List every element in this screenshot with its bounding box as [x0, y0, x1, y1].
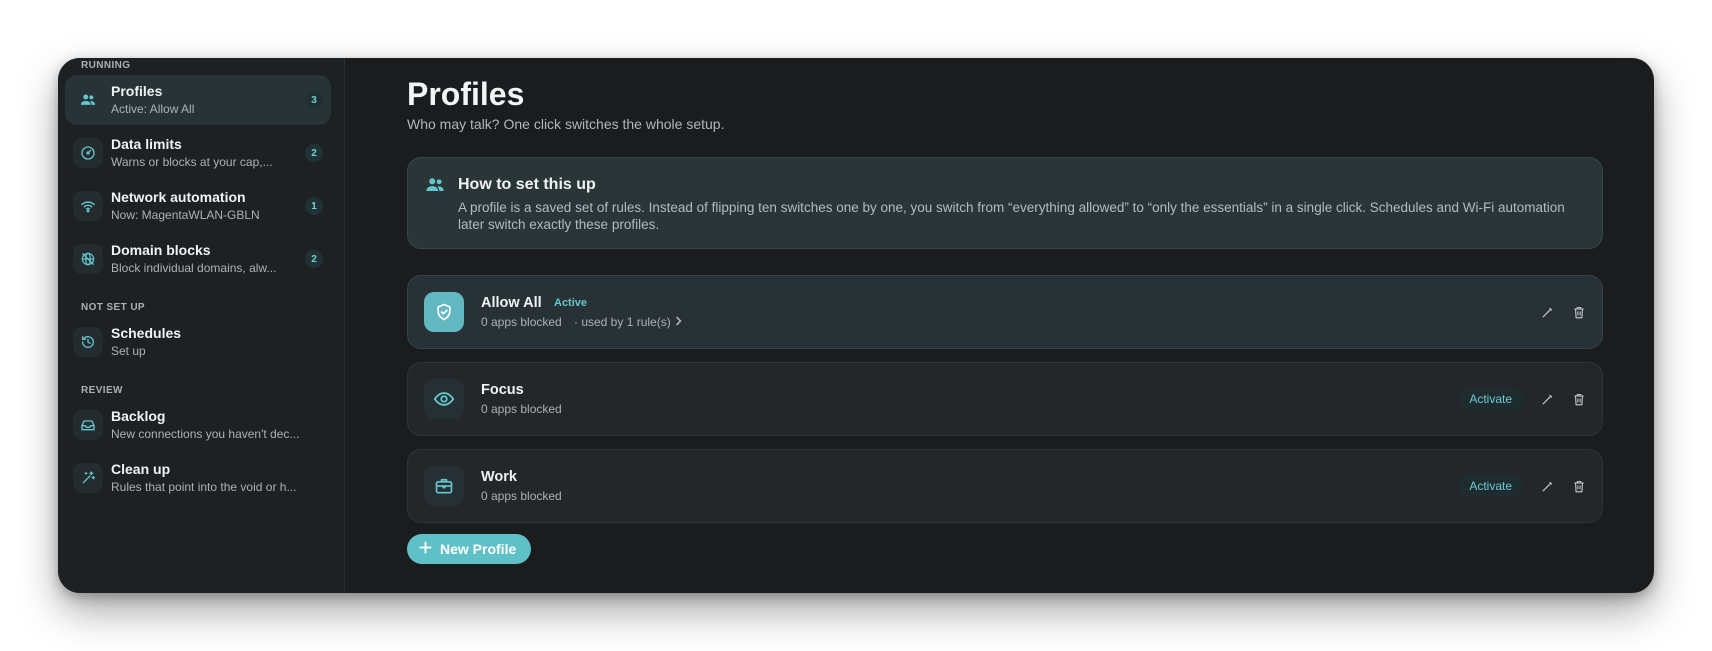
sidebar-item-title: Domain blocks: [111, 242, 211, 258]
sidebar-item-profiles[interactable]: Profiles Active: Allow All 3: [65, 75, 331, 125]
info-card: How to set this up A profile is a saved …: [407, 157, 1603, 249]
app-window: RUNNING Profiles Active: Allow All 3 Dat…: [58, 58, 1654, 593]
section-label-running: RUNNING: [81, 60, 131, 71]
profile-meta: 0 apps blocked: [481, 489, 562, 503]
sidebar-item-backlog[interactable]: Backlog New connections you haven't dec.…: [65, 400, 331, 450]
count-badge: 3: [305, 91, 323, 109]
edit-icon[interactable]: [1538, 390, 1556, 408]
magic-wand-icon: [73, 463, 103, 493]
profile-card-focus[interactable]: Focus 0 apps blocked Activate: [407, 362, 1603, 436]
people-icon: [73, 85, 103, 115]
profile-name: Allow All: [481, 295, 542, 311]
briefcase-icon: [424, 466, 464, 506]
profile-card-allow-all[interactable]: Allow All Active 0 apps blocked · used b…: [407, 275, 1603, 349]
sidebar-item-title: Schedules: [111, 325, 182, 341]
inbox-icon: [73, 410, 103, 440]
sidebar-item-subtitle: Block individual domains, alw...: [111, 261, 277, 275]
new-profile-button[interactable]: New Profile: [407, 534, 532, 564]
count-badge: 2: [305, 250, 323, 268]
trash-icon[interactable]: [1570, 390, 1588, 408]
sidebar-item-subtitle: Set up: [111, 344, 146, 358]
globe-block-icon: [73, 244, 103, 274]
sidebar-item-schedules[interactable]: Schedules Set up: [65, 317, 331, 367]
profile-name: Work: [481, 469, 517, 485]
sidebar: RUNNING Profiles Active: Allow All 3 Dat…: [58, 58, 345, 593]
wifi-icon: [73, 191, 103, 221]
profile-name: Focus: [481, 382, 524, 398]
profile-meta: 0 apps blocked: [481, 315, 562, 329]
section-label-review: REVIEW: [81, 385, 123, 396]
sidebar-item-subtitle: Rules that point into the void or h...: [111, 480, 297, 494]
trash-icon[interactable]: [1570, 303, 1588, 321]
rule-usage-link[interactable]: · used by 1 rule(s): [574, 315, 683, 329]
count-badge: 1: [305, 197, 323, 215]
edit-icon[interactable]: [1538, 303, 1556, 321]
sidebar-item-subtitle: New connections you haven't dec...: [111, 427, 300, 441]
history-icon: [73, 327, 103, 357]
sidebar-item-subtitle: Now: MagentaWLAN-GBLN: [111, 208, 260, 222]
profile-card-work[interactable]: Work 0 apps blocked Activate: [407, 449, 1603, 523]
shield-check-icon: [424, 292, 464, 332]
info-body: A profile is a saved set of rules. Inste…: [458, 200, 1565, 232]
eye-icon: [424, 379, 464, 419]
sidebar-item-clean-up[interactable]: Clean up Rules that point into the void …: [65, 453, 331, 503]
section-label-not-set-up: NOT SET UP: [81, 302, 146, 313]
page-title: Profiles: [407, 76, 525, 112]
sidebar-item-network-automation[interactable]: Network automation Now: MagentaWLAN-GBLN…: [65, 181, 331, 231]
active-badge: Active: [554, 297, 588, 309]
sidebar-item-data-limits[interactable]: Data limits Warns or blocks at your cap,…: [65, 128, 331, 178]
rule-usage-text: · used by 1 rule(s): [574, 315, 671, 329]
count-badge: 2: [305, 144, 323, 162]
profile-meta: 0 apps blocked: [481, 402, 562, 416]
sidebar-item-subtitle: Active: Allow All: [111, 102, 195, 116]
sidebar-item-domain-blocks[interactable]: Domain blocks Block individual domains, …: [65, 234, 331, 284]
activate-button[interactable]: Activate: [1459, 475, 1522, 497]
activate-button[interactable]: Activate: [1459, 388, 1522, 410]
sidebar-item-title: Backlog: [111, 408, 166, 424]
sidebar-item-title: Profiles: [111, 83, 163, 99]
trash-icon[interactable]: [1570, 477, 1588, 495]
new-profile-label: New Profile: [440, 541, 517, 557]
sidebar-item-subtitle: Warns or blocks at your cap,...: [111, 155, 273, 169]
info-title: How to set this up: [458, 176, 596, 193]
sidebar-item-title: Clean up: [111, 461, 171, 477]
people-icon: [424, 174, 446, 201]
sidebar-item-title: Data limits: [111, 136, 182, 152]
page-subtitle: Who may talk? One click switches the who…: [407, 116, 725, 132]
chevron-right-icon: [675, 315, 683, 329]
plus-icon: [419, 541, 432, 557]
sidebar-item-title: Network automation: [111, 189, 246, 205]
main-content: Profiles Who may talk? One click switche…: [345, 58, 1654, 593]
gauge-icon: [73, 138, 103, 168]
edit-icon[interactable]: [1538, 477, 1556, 495]
